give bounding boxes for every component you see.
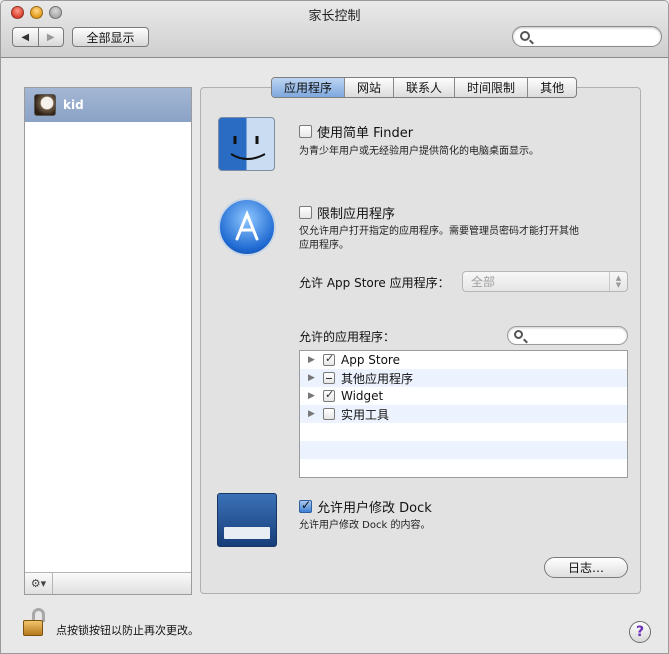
toolbar: 家长控制 ◀ ▶ 全部显示 <box>1 1 668 58</box>
limit-apps-checkbox[interactable] <box>299 206 312 219</box>
app-tree-empty-row <box>300 423 627 441</box>
app-store-rating-value: 全部 <box>471 275 496 289</box>
disclosure-triangle-icon[interactable]: ▶ <box>308 409 318 419</box>
tab-contacts[interactable]: 联系人 <box>393 78 454 97</box>
app-tree-empty-row <box>300 459 627 477</box>
modify-dock-label: 允许用户修改 Dock <box>317 501 432 516</box>
lock-icon[interactable] <box>23 608 47 638</box>
lock-body <box>23 620 43 636</box>
disclosure-triangle-icon[interactable]: ▶ <box>308 373 318 383</box>
gear-icon[interactable]: ⚙▾ <box>25 573 53 594</box>
simple-finder-option[interactable]: 使用简单 Finder <box>299 122 413 141</box>
user-list: kid ⚙▾ <box>24 87 192 595</box>
allowed-apps-search-field[interactable] <box>507 326 628 345</box>
dock-bar-graphic <box>224 527 270 539</box>
toolbar-search-field[interactable] <box>512 26 662 47</box>
allowed-apps-list: ▶ App Store ▶ 其他应用程序 ▶ Widget ▶ 实用工具 <box>299 350 628 478</box>
limit-apps-label: 限制应用程序 <box>317 207 396 222</box>
dock-icon <box>217 493 277 547</box>
tab-time-limits[interactable]: 时间限制 <box>454 78 527 97</box>
simple-finder-label: 使用简单 Finder <box>317 126 414 141</box>
finder-icon <box>218 117 275 171</box>
allowed-apps-label: 允许的应用程序： <box>299 330 396 344</box>
limit-apps-description-line1: 仅允许用户打开指定的应用程序。需要管理员密码才能打开其他 <box>299 226 579 237</box>
app-tree-row-other-apps[interactable]: ▶ 其他应用程序 <box>300 369 627 387</box>
history-navigation: ◀ ▶ <box>12 27 64 47</box>
window-title: 家长控制 <box>308 9 361 24</box>
help-button[interactable]: ? <box>629 621 651 643</box>
disclosure-triangle-icon[interactable]: ▶ <box>308 355 318 365</box>
app-tree-label: 实用工具 <box>341 407 390 422</box>
user-list-item[interactable]: kid <box>25 88 191 122</box>
parental-controls-window: 家长控制 ◀ ▶ 全部显示 kid ⚙▾ 应用程序 网站 联系人 时间限制 其他 <box>0 0 669 654</box>
app-tree-label: 其他应用程序 <box>341 371 414 386</box>
app-tree-row-widget[interactable]: ▶ Widget <box>300 387 627 405</box>
app-store-rating-select[interactable]: 全部 ▲ ▼ <box>462 271 628 292</box>
modify-dock-option[interactable]: 允许用户修改 Dock <box>299 497 432 516</box>
limit-apps-description-line2: 应用程序。 <box>299 240 349 251</box>
other-apps-checkbox[interactable] <box>323 372 335 384</box>
simple-finder-description: 为青少年用户或无经验用户提供简化的电脑桌面显示。 <box>299 146 539 157</box>
search-icon <box>514 330 523 339</box>
tab-other[interactable]: 其他 <box>527 78 576 97</box>
simple-finder-checkbox[interactable] <box>299 125 312 138</box>
user-name: kid <box>63 98 84 112</box>
back-icon[interactable]: ◀ <box>13 28 38 46</box>
show-all-button[interactable]: 全部显示 <box>72 27 149 47</box>
app-tree-label: Widget <box>341 389 384 403</box>
app-store-checkbox[interactable] <box>323 352 335 366</box>
search-icon <box>520 31 530 41</box>
limit-apps-option[interactable]: 限制应用程序 <box>299 203 395 222</box>
app-tree-label: App Store <box>341 353 400 367</box>
tab-applications[interactable]: 应用程序 <box>272 78 345 97</box>
utilities-checkbox[interactable] <box>323 408 335 420</box>
app-tree-row-utilities[interactable]: ▶ 实用工具 <box>300 405 627 423</box>
user-list-footer: ⚙▾ <box>25 572 191 594</box>
tab-websites[interactable]: 网站 <box>344 78 393 97</box>
app-tree-empty-row <box>300 441 627 459</box>
widget-checkbox[interactable] <box>323 388 335 402</box>
forward-icon[interactable]: ▶ <box>37 28 64 46</box>
chevron-up-down-icon: ▲ ▼ <box>609 272 627 291</box>
logs-button[interactable]: 日志… <box>544 557 628 578</box>
app-tree-row-app-store[interactable]: ▶ App Store <box>300 351 627 369</box>
app-store-icon <box>218 198 276 256</box>
disclosure-triangle-icon[interactable]: ▶ <box>308 391 318 401</box>
modify-dock-checkbox[interactable] <box>299 498 312 513</box>
modify-dock-description: 允许用户修改 Dock 的内容。 <box>299 520 431 531</box>
category-tabs: 应用程序 网站 联系人 时间限制 其他 <box>271 77 578 98</box>
app-store-setting-label: 允许 App Store 应用程序： <box>299 276 450 290</box>
lock-hint-text: 点按锁按钮以防止再次更改。 <box>56 624 199 637</box>
user-avatar <box>34 94 56 116</box>
